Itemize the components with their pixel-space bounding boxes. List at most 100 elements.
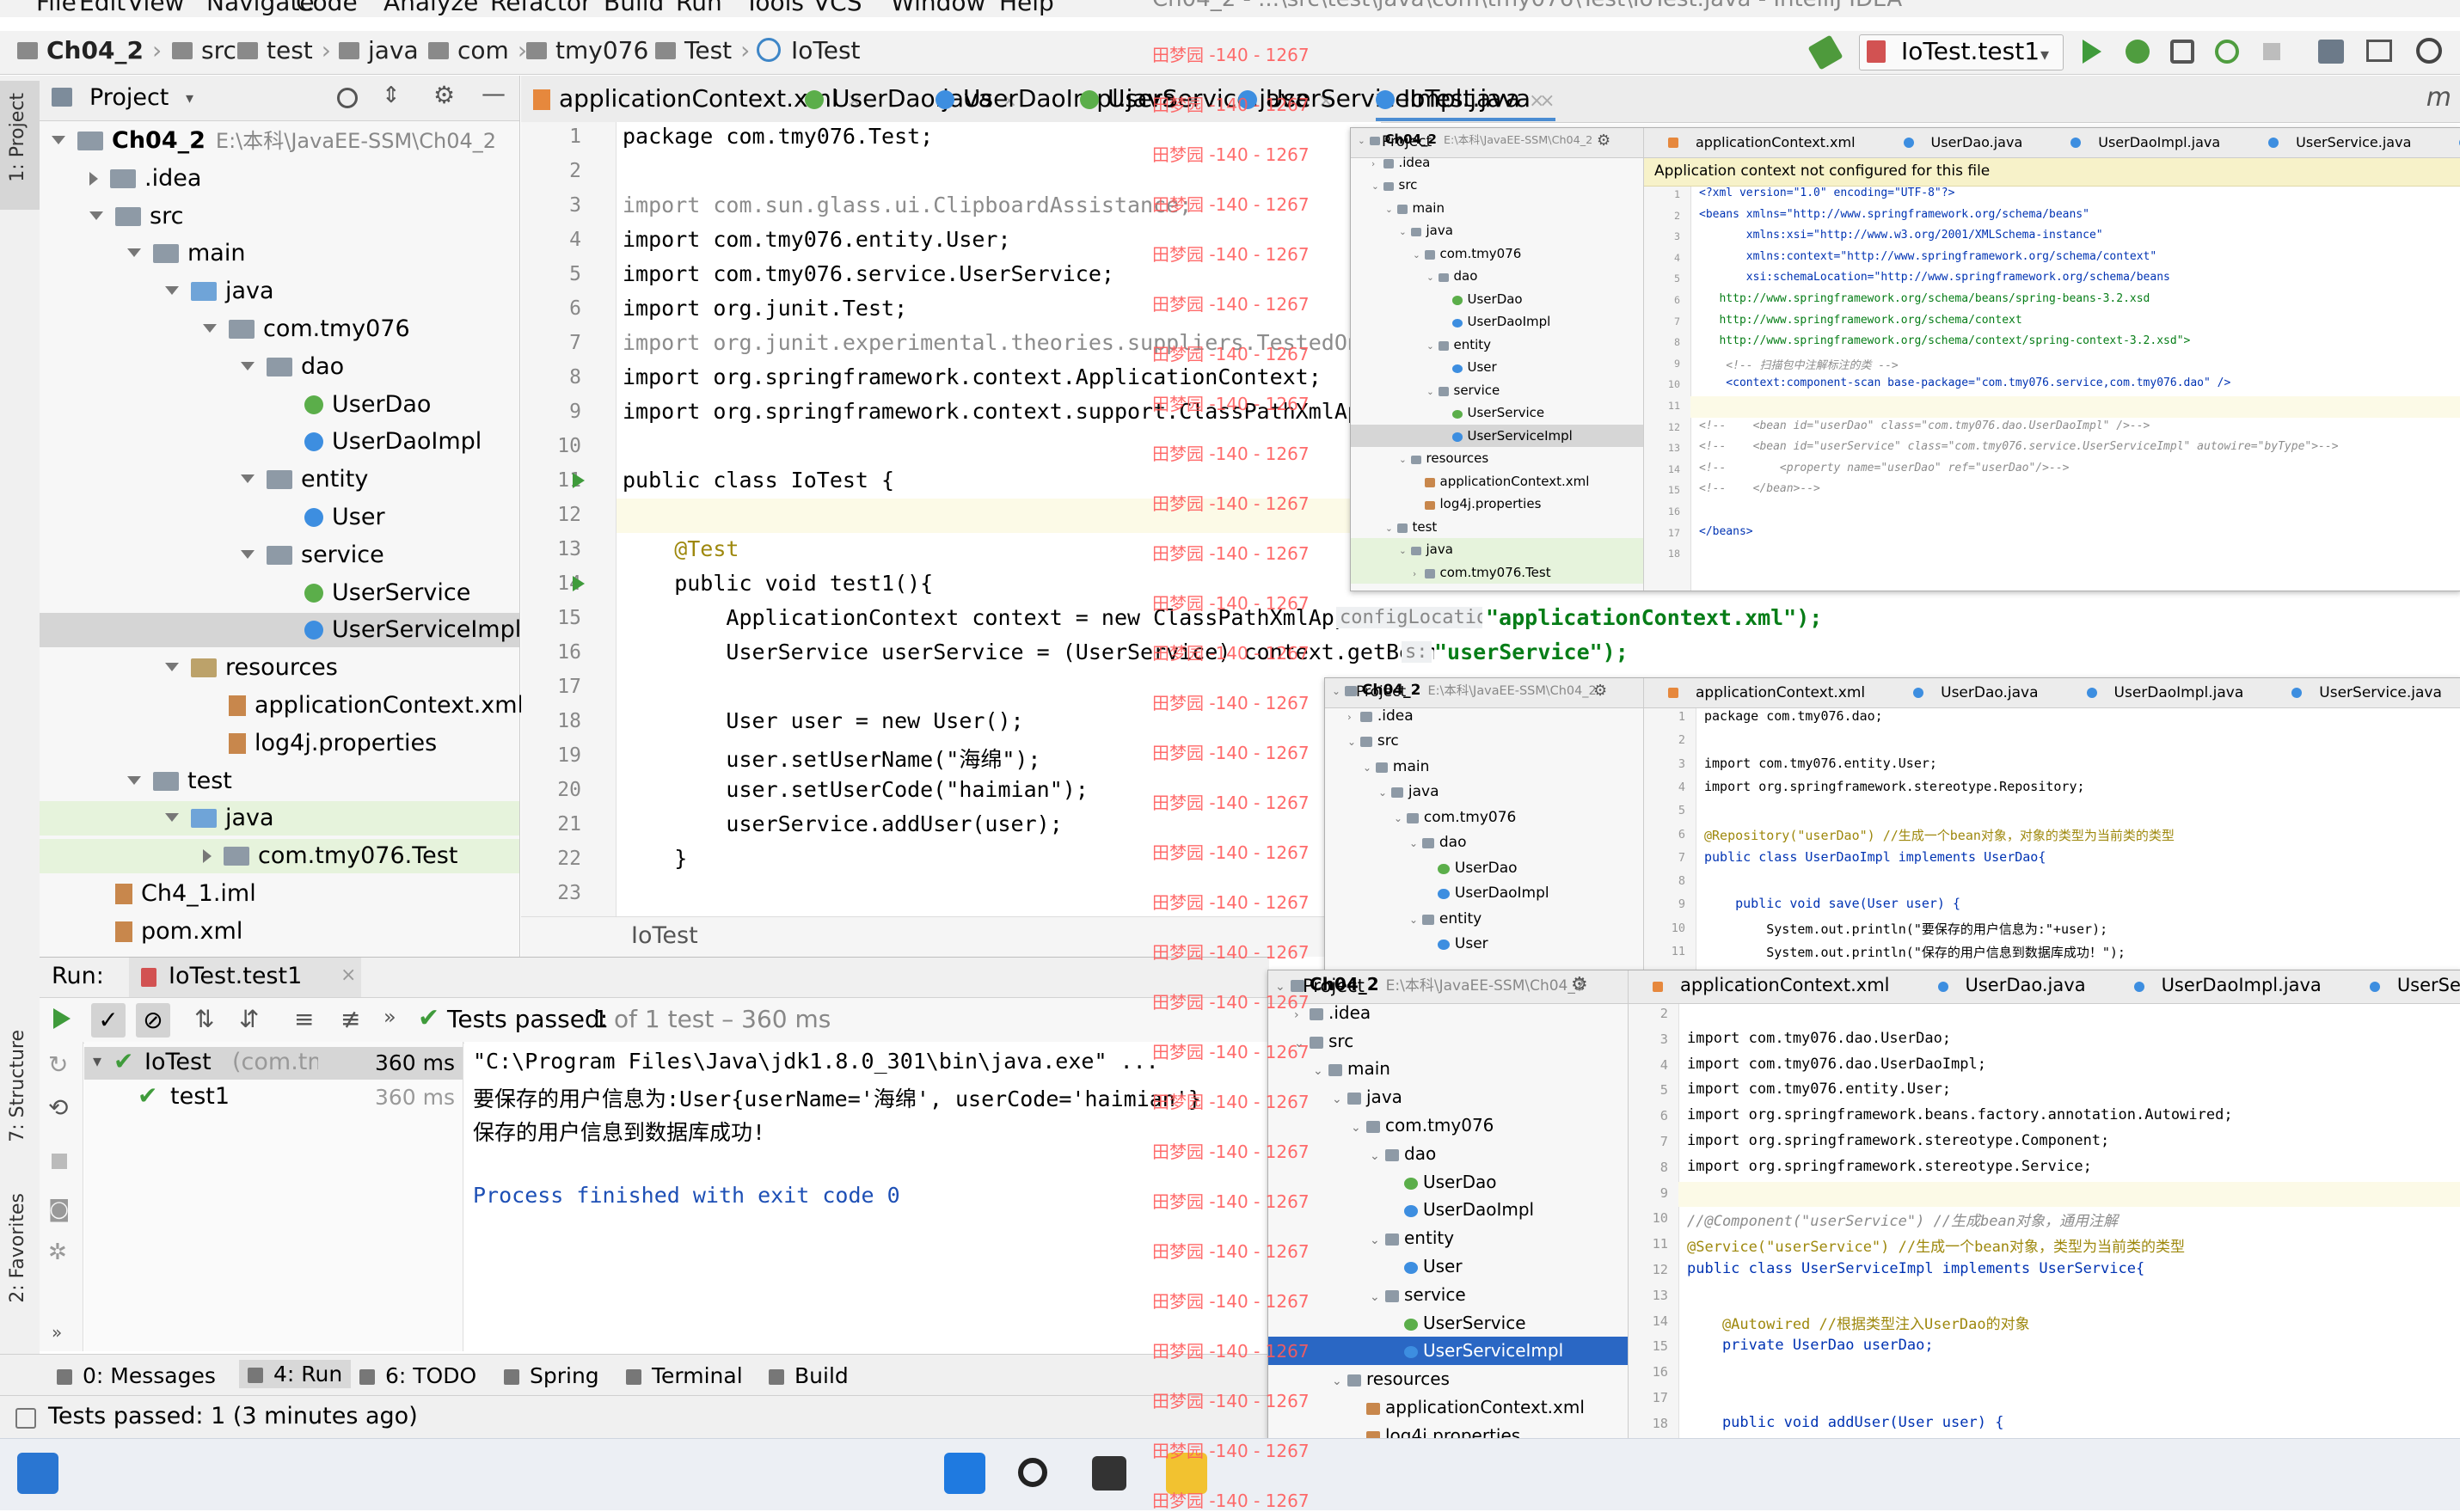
chevron-down-icon[interactable] — [127, 248, 141, 257]
overlay-tree-row[interactable]: UserServiceImpl — [1268, 1337, 1628, 1365]
chevron-down-icon[interactable] — [241, 550, 255, 559]
overlay-tab[interactable]: UserServiceImpl.java — [2447, 128, 2460, 157]
overlay-tree-row[interactable]: ⌄main — [1325, 755, 1643, 780]
expand-all-icon[interactable]: ≡ — [294, 1005, 314, 1033]
chevron-down-icon[interactable] — [165, 663, 179, 671]
overlay-tab[interactable]: UserService.java — [2358, 970, 2460, 1000]
editor-tab[interactable]: IoTest.java× — [1376, 84, 1555, 121]
overlay-tree-row[interactable]: ⌄dao — [1351, 265, 1643, 288]
overlay-tree-row[interactable]: ⌄java — [1351, 538, 1643, 561]
menu-file[interactable]: File — [36, 0, 77, 16]
run-test-gutter-icon[interactable] — [573, 576, 585, 591]
overlay-tree-row[interactable]: ⌄resources — [1268, 1365, 1628, 1393]
show-ignored-icon[interactable]: ⊘ — [136, 1003, 170, 1038]
project-structure-icon[interactable] — [2318, 40, 2344, 64]
test-row-method[interactable]: ✔ test1 360 ms — [84, 1081, 463, 1114]
overlay-tree-row[interactable]: ⌄service — [1351, 379, 1643, 402]
overlay-tab[interactable]: applicationContext.xml — [1641, 970, 1902, 1000]
overlay-tree-row[interactable]: ⌄com.tmy076 — [1351, 242, 1643, 266]
project-tree-row[interactable]: dao — [40, 350, 519, 384]
breadcrumb-item[interactable]: java› — [339, 36, 437, 64]
overlay-tree-row[interactable]: applicationContext.xml — [1351, 470, 1643, 493]
menu-build[interactable]: Build — [604, 0, 664, 16]
menu-code[interactable]: Code — [296, 0, 358, 16]
start-icon[interactable] — [944, 1453, 985, 1494]
collapse-all-icon[interactable]: ≢ — [340, 1005, 360, 1033]
project-tree-row[interactable]: .idea — [40, 162, 519, 196]
overlay-tree-row[interactable]: User — [1325, 932, 1643, 958]
overlay-tree-row[interactable]: ⌄dao — [1268, 1140, 1628, 1168]
project-tree-row[interactable]: log4j.properties — [40, 726, 519, 761]
chevron-down-icon[interactable] — [165, 286, 179, 295]
project-tree-row[interactable]: pom.xml — [40, 915, 519, 949]
widgets-icon[interactable] — [17, 1453, 58, 1494]
breadcrumb-item[interactable]: Ch04_2› — [17, 36, 162, 64]
stop-icon[interactable] — [2263, 43, 2280, 60]
rerun-icon[interactable] — [53, 1008, 71, 1029]
overlay-tree-row[interactable]: User — [1351, 356, 1643, 379]
overlay-tab[interactable]: UserDaoImpl.java — [2058, 128, 2232, 157]
overlay-tree-row[interactable]: log4j.properties — [1351, 493, 1643, 516]
overlay-tree-row[interactable]: UserDaoImpl — [1268, 1196, 1628, 1224]
overlay-tree-row[interactable]: ⌄com.tmy076 — [1325, 805, 1643, 831]
breadcrumb-item[interactable]: IoTest — [757, 36, 861, 64]
overlay-tree-row[interactable]: ⌄dao — [1325, 830, 1643, 856]
locate-icon[interactable] — [337, 88, 358, 108]
overlay-tree-row[interactable]: ›.idea — [1351, 151, 1643, 174]
collapse-icon[interactable]: ⇕ — [382, 83, 401, 108]
overlay-tree-row[interactable]: ⌄entity — [1325, 907, 1643, 933]
chevron-right-icon[interactable] — [203, 849, 212, 863]
hammer-icon[interactable] — [1808, 35, 1843, 70]
sort-alpha-icon[interactable]: ⇅ — [194, 1005, 214, 1033]
project-tree-row[interactable]: java — [40, 274, 519, 309]
project-tree-row[interactable]: UserDao — [40, 388, 519, 422]
overlay-tree-row[interactable]: ⌄main — [1351, 197, 1643, 220]
project-tree-row[interactable]: resources — [40, 651, 519, 685]
overlay-tree-row[interactable]: UserService — [1268, 1309, 1628, 1338]
chevron-down-icon[interactable] — [52, 136, 65, 144]
bottom-tab-todo[interactable]: 6: TODO — [359, 1363, 476, 1388]
stop-icon[interactable] — [52, 1154, 67, 1169]
overlay-tree-row[interactable]: ⌄src — [1351, 174, 1643, 197]
bottom-tab-terminal[interactable]: Terminal — [626, 1363, 743, 1388]
overlay-tab[interactable]: UserDao.java — [1926, 970, 2098, 1000]
structure-tool-label[interactable]: 7: Structure — [7, 1030, 28, 1142]
chevron-down-icon[interactable] — [241, 362, 255, 370]
more-icon[interactable]: » — [52, 1322, 62, 1343]
overlay-tree-row[interactable]: ›.idea — [1325, 704, 1643, 730]
project-tree-row[interactable]: service — [40, 538, 519, 572]
menu-refactor[interactable]: Refactor — [490, 0, 591, 16]
overlay-tree-row[interactable]: ›.idea — [1268, 999, 1628, 1027]
menu-vcs[interactable]: VCS — [813, 0, 862, 16]
run-config-select[interactable]: IoTest.test1 ▾ — [1859, 34, 2064, 70]
menu-run[interactable]: Run — [676, 0, 722, 16]
menu-analyze[interactable]: Analyze — [383, 0, 478, 16]
project-tree-row[interactable]: applicationContext.xml — [40, 689, 519, 723]
overlay-tree-row[interactable]: ⌄main — [1268, 1055, 1628, 1083]
rerun-failed-icon[interactable]: ↻ — [48, 1050, 68, 1079]
overlay-tab[interactable]: applicationContext.xml — [1656, 128, 1868, 157]
chevron-down-icon[interactable] — [241, 474, 255, 483]
console-output[interactable]: "C:\Program Files\Java\jdk1.8.0_301\bin\… — [464, 1042, 1269, 1351]
project-tree-row[interactable]: test — [40, 764, 519, 799]
overlay-tree-row[interactable]: ⌄service — [1268, 1281, 1628, 1309]
more-icon[interactable]: » — [383, 1005, 396, 1029]
overlay-tree-row[interactable]: UserDao — [1268, 1168, 1628, 1197]
overlay-tree-row[interactable]: UserService — [1351, 401, 1643, 425]
overlay-tree-row[interactable]: ⌄Ch04_2E:\本科\JavaEE-SSM\Ch04_2 — [1268, 970, 1628, 999]
project-tree-row[interactable]: User — [40, 500, 519, 535]
overlay-tree-row[interactable]: ⌄java — [1351, 219, 1643, 242]
breadcrumb-item[interactable]: test› — [237, 36, 331, 64]
camera-icon[interactable]: ◙ — [48, 1197, 70, 1222]
chevron-down-icon[interactable]: ▾ — [186, 89, 193, 107]
toggle-autotest-icon[interactable]: ⟲ — [48, 1093, 68, 1122]
overlay-tab[interactable]: applicationContext.xml — [1656, 678, 1877, 707]
project-tree-row[interactable]: src — [40, 199, 519, 234]
sort-duration-icon[interactable]: ⇵ — [239, 1005, 259, 1033]
minimize-icon[interactable]: — — [482, 79, 506, 107]
overlay-tree-row[interactable]: UserDao — [1351, 288, 1643, 311]
overlay-tab[interactable]: UserDaoImpl.java — [2075, 678, 2256, 707]
project-tree-row[interactable]: java — [40, 801, 519, 836]
show-passed-icon[interactable]: ✓ — [91, 1003, 126, 1038]
overlay-tree-row[interactable]: ⌄Ch04_2E:\本科\JavaEE-SSM\Ch04_2 — [1325, 678, 1643, 704]
